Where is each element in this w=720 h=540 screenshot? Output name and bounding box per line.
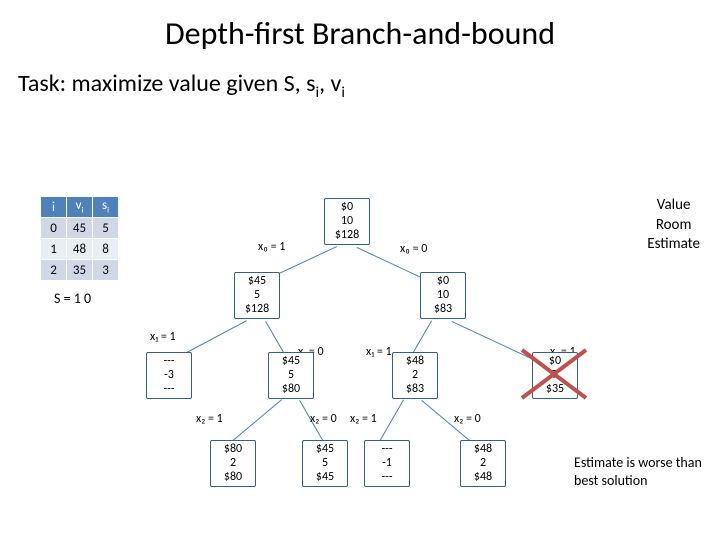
edge-label: x₁ = 1 — [366, 345, 392, 359]
tree-node: $482$48 — [460, 440, 506, 487]
tree-node: $455$45 — [302, 440, 348, 487]
tree-node-pruned: $07$35 — [532, 352, 578, 399]
edge-label: x₀ = 1 — [258, 240, 285, 254]
capacity-label: S = 1 0 — [54, 290, 91, 307]
tree-node: $010$83 — [420, 272, 466, 319]
edge-label: x₂ = 0 — [454, 412, 481, 426]
table-row: 1488 — [41, 239, 119, 260]
edge-label: x₂ = 0 — [310, 412, 337, 426]
task-statement: Task: maximize value given S, si, vi — [18, 69, 720, 102]
tree-node: $455$128 — [234, 272, 280, 319]
edge-label: x₂ = 1 — [350, 412, 377, 426]
edge-label: x₁ = 1 — [150, 330, 176, 344]
item-table: i vi si 0455 1488 2353 — [40, 196, 119, 281]
table-row: 0455 — [41, 218, 119, 239]
tree-node-infeasible: ----3--- — [146, 352, 192, 399]
page-title: Depth-first Branch-and-bound — [0, 14, 720, 53]
table-row: 2353 — [41, 260, 119, 281]
th-i: i — [41, 197, 67, 218]
th-si: si — [93, 197, 119, 218]
edge-label: x₂ = 1 — [196, 412, 223, 426]
legend: Value Room Estimate — [647, 196, 700, 255]
tree-node: $482$83 — [392, 352, 438, 399]
tree-node-root: $010$128 — [324, 198, 370, 245]
tree-node: $802$80 — [210, 440, 256, 487]
edge-label: x₀ = 0 — [400, 242, 427, 256]
tree-node: $455$80 — [268, 352, 314, 399]
th-vi: vi — [67, 197, 93, 218]
prune-note: Estimate is worse than best solution — [574, 454, 706, 489]
tree-node-infeasible: ----1--- — [364, 440, 410, 487]
